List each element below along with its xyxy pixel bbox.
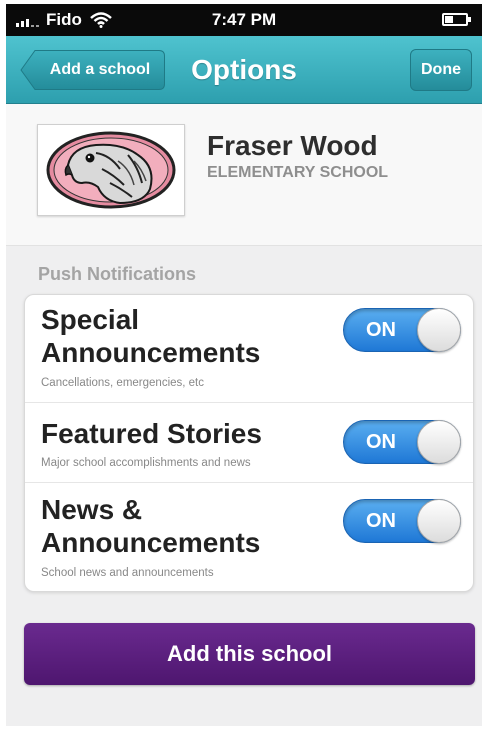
school-name: Fraser Wood [207,130,378,161]
special-announcements-toggle[interactable]: ON [343,308,461,352]
toggle-state-label: ON [366,319,396,341]
featured-stories-toggle[interactable]: ON [343,420,461,464]
status-time: 7:47 PM [211,10,277,29]
falcon-mascot-icon [46,131,176,209]
back-button-label: Add a school [49,61,151,78]
toggle-state-label: ON [366,431,396,453]
notification-title: Special Announcements [41,303,260,369]
back-button[interactable]: Add a school [20,49,166,91]
toggle-state-label: ON [366,510,396,532]
add-this-school-button[interactable]: Add this school [24,623,475,685]
notification-title-line: Announcements [41,337,261,368]
notification-row-featured-stories: Featured Stories Major school accomplish… [25,403,473,483]
notification-subtitle: Major school accomplishments and news [41,457,251,469]
notification-title-line: Special [41,304,140,335]
school-header: Fraser Wood ELEMENTARY SCHOOL [6,104,482,246]
section-title-push-notifications: Push Notifications [38,264,197,284]
school-logo [37,124,185,216]
done-button[interactable]: Done [410,49,472,91]
notification-row-news-announcements: News & Announcements School news and ann… [25,483,473,591]
notification-title-line: News & [41,494,143,525]
navigation-bar: Options Add a school Done [6,36,482,104]
phone-screen: Fido 7:47 PM Options Add a school Done F… [6,4,482,726]
news-announcements-toggle[interactable]: ON [343,499,461,543]
notification-subtitle: School news and announcements [41,567,214,579]
toggle-knob [417,499,461,543]
toggle-knob [417,420,461,464]
notification-title-line: Announcements [41,527,261,558]
notification-subtitle: Cancellations, emergencies, etc [41,377,204,389]
battery-icon [442,13,471,26]
notification-title: Featured Stories [41,418,262,449]
notification-title: News & Announcements [41,493,260,559]
toggle-knob [417,308,461,352]
school-type: ELEMENTARY SCHOOL [207,164,389,181]
status-bar: Fido 7:47 PM [6,4,482,36]
notification-settings-list: Special Announcements Cancellations, eme… [24,294,474,592]
notification-row-special-announcements: Special Announcements Cancellations, eme… [25,295,473,403]
